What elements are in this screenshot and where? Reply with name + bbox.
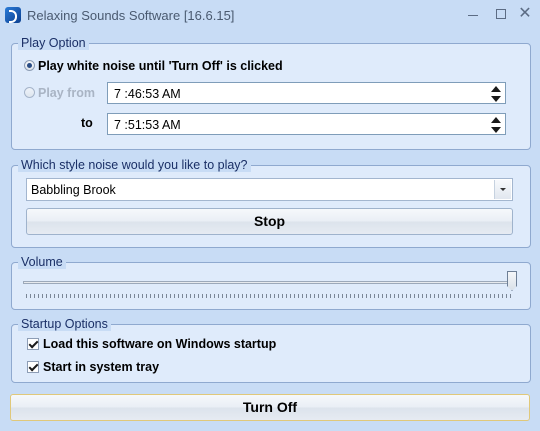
volume-slider-track[interactable] [23, 281, 514, 284]
title-bar: Relaxing Sounds Software [16.6.15] ✕ [0, 0, 540, 31]
minimize-icon[interactable] [462, 4, 484, 24]
play-from-radio[interactable] [24, 87, 35, 98]
white-noise-label[interactable]: Play white noise until 'Turn Off' is cli… [38, 59, 283, 73]
close-icon[interactable]: ✕ [514, 4, 536, 24]
spin-down-icon[interactable] [491, 127, 501, 133]
maximize-icon[interactable] [490, 4, 512, 24]
white-noise-radio[interactable] [24, 60, 35, 71]
app-icon [5, 7, 21, 23]
start-in-tray-label[interactable]: Start in system tray [43, 360, 159, 374]
spin-up-icon[interactable] [491, 117, 501, 123]
load-on-startup-label[interactable]: Load this software on Windows startup [43, 337, 276, 351]
play-from-label[interactable]: Play from [38, 86, 95, 100]
noise-style-select[interactable]: Babbling Brook [26, 178, 513, 201]
spin-up-icon[interactable] [491, 86, 501, 92]
play-option-legend: Play Option [18, 36, 89, 50]
from-time-value: 7 :46:53 AM [114, 87, 181, 101]
start-in-tray-checkbox[interactable] [27, 361, 39, 373]
spin-down-icon[interactable] [491, 96, 501, 102]
dropdown-arrow-icon[interactable] [494, 180, 511, 199]
style-legend: Which style noise would you like to play… [18, 158, 251, 172]
to-time-field[interactable]: 7 :51:53 AM [107, 113, 506, 135]
load-on-startup-checkbox[interactable] [27, 338, 39, 350]
startup-options-group: Startup Options [11, 317, 531, 383]
to-time-value: 7 :51:53 AM [114, 118, 181, 132]
from-time-field[interactable]: 7 :46:53 AM [107, 82, 506, 104]
volume-group: Volume [11, 255, 531, 310]
turn-off-button[interactable]: Turn Off [10, 394, 530, 421]
noise-style-value: Babbling Brook [31, 183, 116, 197]
volume-legend: Volume [18, 255, 66, 269]
to-label: to [81, 116, 93, 130]
volume-slider-ticks [26, 294, 511, 298]
stop-button[interactable]: Stop [26, 208, 513, 235]
app-window: Relaxing Sounds Software [16.6.15] ✕ Pla… [0, 0, 540, 431]
startup-options-legend: Startup Options [18, 317, 111, 331]
window-title: Relaxing Sounds Software [16.6.15] [27, 8, 235, 23]
